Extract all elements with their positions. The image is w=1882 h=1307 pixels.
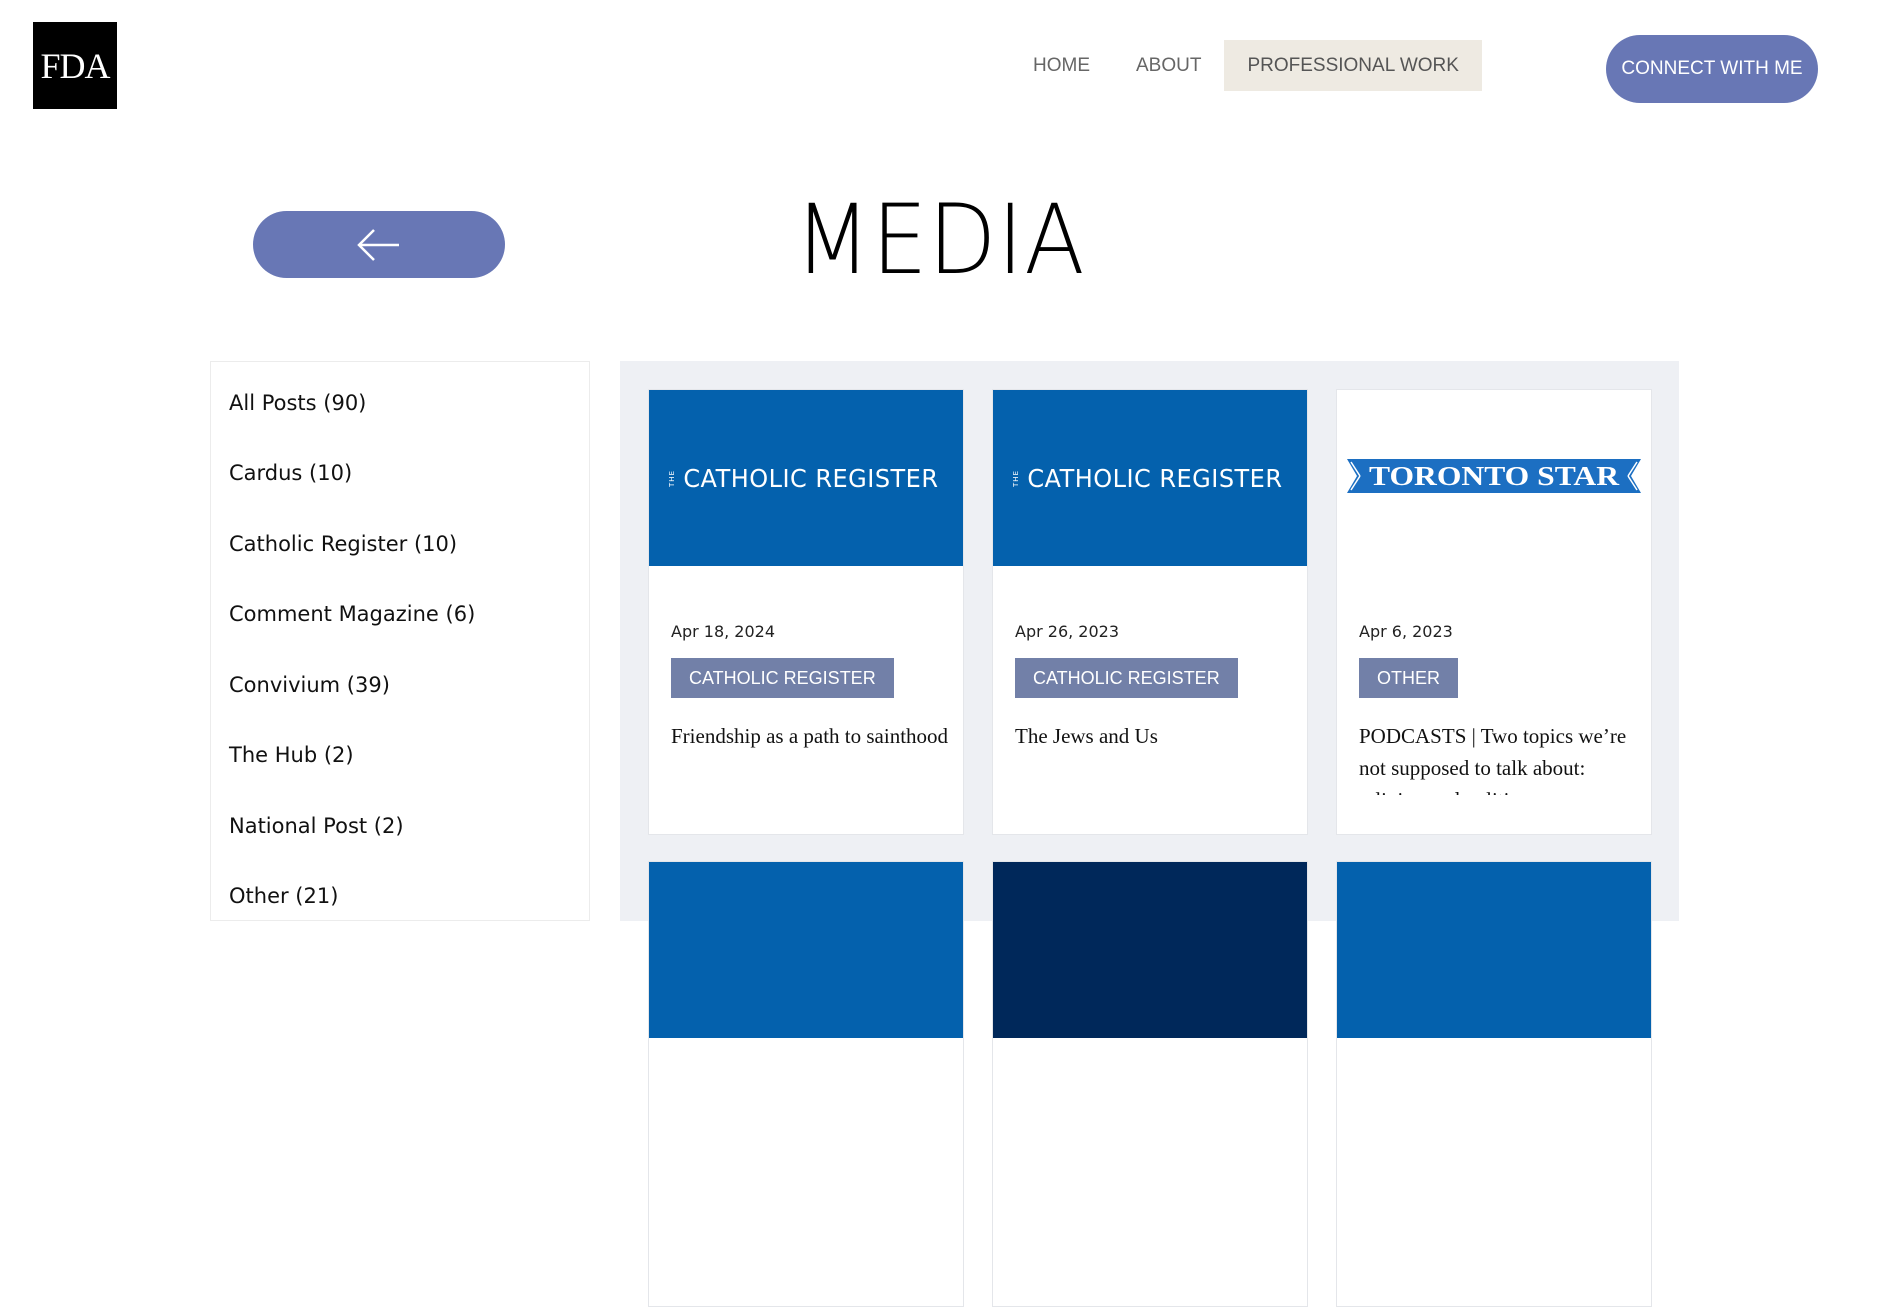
logo-text: CATHOLIC REGISTER xyxy=(683,463,939,493)
post-cover-image xyxy=(1337,862,1651,1038)
post-title[interactable]: The Jews and Us xyxy=(1015,720,1293,795)
category-national-post[interactable]: National Post (2) xyxy=(229,814,404,838)
logo-text: FDA xyxy=(40,45,110,86)
post-card[interactable]: THE CATHOLIC REGISTER Apr 26, 2023 CATHO… xyxy=(992,389,1308,835)
post-card[interactable]: TORONTO STAR Apr 6, 2023 OTHER PODCASTS … xyxy=(1336,389,1652,835)
post-category-tag[interactable]: OTHER xyxy=(1359,658,1458,698)
post-cover-image xyxy=(649,862,963,1038)
category-catholic-register[interactable]: Catholic Register (10) xyxy=(229,532,457,556)
catholic-register-logo: THE CATHOLIC REGISTER xyxy=(993,390,1307,566)
logo-text: TORONTO STAR xyxy=(1369,461,1620,491)
arrow-left-icon xyxy=(357,228,399,261)
post-category-tag[interactable]: CATHOLIC REGISTER xyxy=(1015,658,1238,698)
nav-about[interactable]: ABOUT xyxy=(1113,40,1224,91)
post-title[interactable]: Friendship as a path to sainthood xyxy=(671,720,949,795)
post-title[interactable]: PODCASTS | Two topics we’re not supposed… xyxy=(1359,720,1637,795)
category-other[interactable]: Other (21) xyxy=(229,884,338,908)
post-date: Apr 6, 2023 xyxy=(1359,622,1453,641)
category-comment-magazine[interactable]: Comment Magazine (6) xyxy=(229,602,475,626)
logo-small-text: THE xyxy=(668,469,677,487)
logo-small-text: THE xyxy=(1012,469,1021,487)
category-all-posts[interactable]: All Posts (90) xyxy=(229,391,366,415)
connect-with-me-button[interactable]: CONNECT WITH ME xyxy=(1606,35,1818,103)
nav-home[interactable]: HOME xyxy=(1010,40,1113,91)
category-convivium[interactable]: Convivium (39) xyxy=(229,673,390,697)
category-the-hub[interactable]: The Hub (2) xyxy=(229,743,354,767)
site-logo[interactable]: FDA xyxy=(33,22,117,109)
post-card[interactable] xyxy=(1336,861,1652,1307)
nav-professional-work[interactable]: PROFESSIONAL WORK xyxy=(1224,40,1482,91)
main-nav: HOME ABOUT PROFESSIONAL WORK xyxy=(1010,40,1482,91)
post-card[interactable] xyxy=(992,861,1308,1307)
catholic-register-logo: THE CATHOLIC REGISTER xyxy=(649,390,963,566)
post-card[interactable] xyxy=(648,861,964,1307)
post-card[interactable]: THE CATHOLIC REGISTER Apr 18, 2024 CATHO… xyxy=(648,389,964,835)
post-date: Apr 26, 2023 xyxy=(1015,622,1120,641)
category-sidebar: All Posts (90) Cardus (10) Catholic Regi… xyxy=(210,361,590,921)
post-cover-image xyxy=(993,862,1307,1038)
toronto-star-logo: TORONTO STAR xyxy=(1347,459,1641,493)
back-button[interactable] xyxy=(253,211,505,278)
category-cardus[interactable]: Cardus (10) xyxy=(229,461,352,485)
post-date: Apr 18, 2024 xyxy=(671,622,776,641)
post-category-tag[interactable]: CATHOLIC REGISTER xyxy=(671,658,894,698)
post-grid: THE CATHOLIC REGISTER Apr 18, 2024 CATHO… xyxy=(620,361,1679,1307)
logo-text: CATHOLIC REGISTER xyxy=(1027,463,1283,493)
page-title: MEDIA xyxy=(794,184,1086,296)
